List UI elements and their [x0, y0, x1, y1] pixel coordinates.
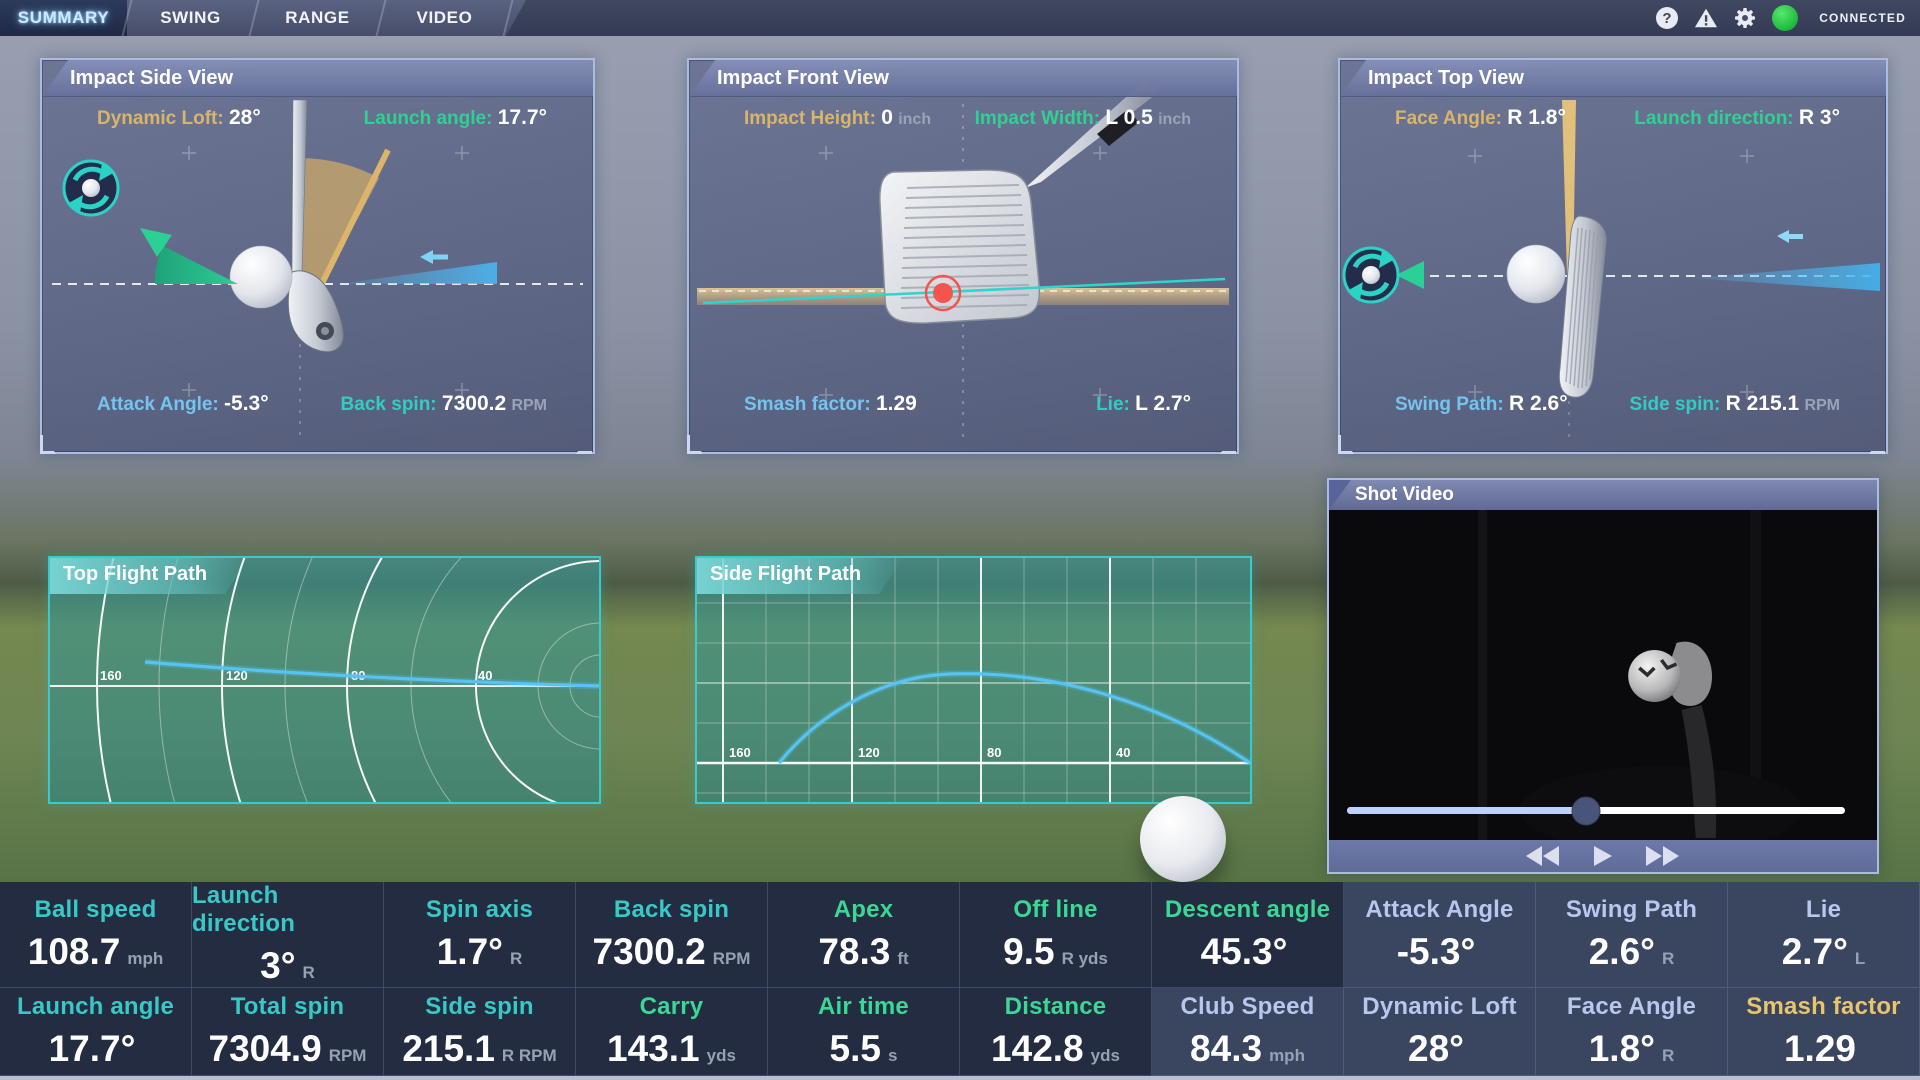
svg-text:40: 40	[1116, 745, 1130, 760]
golf-ball-photo	[1140, 796, 1226, 882]
svg-text:?: ?	[1663, 10, 1672, 27]
tab-video[interactable]: VIDEO	[381, 0, 508, 36]
side-flight-path-chart: 160 120 80 40	[697, 558, 1250, 802]
video-still	[1329, 510, 1877, 840]
attack-angle-readout: Attack Angle: -5.3°	[97, 392, 269, 416]
metric-descent-angle: Descent angle 45.3°	[1152, 882, 1344, 988]
connection-status-label: CONNECTED	[1819, 11, 1906, 25]
attack-angle-wedge	[339, 250, 497, 284]
lie-readout: Lie: L 2.7°	[1096, 392, 1191, 416]
video-scrubber-thumb[interactable]	[1572, 796, 1601, 825]
top-flight-path-chart: 160 120 80 40	[50, 558, 599, 802]
launch-direction-arrow	[1396, 261, 1510, 289]
video-controls-bar	[1329, 840, 1877, 872]
metric-attack-angle: Attack Angle -5.3°	[1344, 882, 1536, 988]
back-spin-readout: Back spin: 7300.2 RPM	[341, 392, 547, 416]
impact-side-view-title: Impact Side View	[70, 67, 233, 90]
impact-top-view-header: Impact Top View	[1340, 60, 1886, 97]
video-frame[interactable]	[1329, 510, 1877, 840]
bottom-edge-strip	[0, 1076, 1920, 1080]
back-spin-icon	[64, 161, 118, 215]
launch-angle-wedge	[140, 228, 238, 284]
shot-metrics-grid: Ball speed 108.7mph Launch direction 3°R…	[0, 882, 1920, 1076]
video-scrubber-progress	[1347, 807, 1586, 814]
impact-width-readout: Impact Width: L 0.5 inch	[975, 106, 1191, 130]
impact-side-view-panel: Impact Side View Dynamic Loft: 28° Launc…	[40, 58, 595, 454]
metric-ball-speed: Ball speed 108.7mph	[0, 882, 192, 988]
impact-height-readout: Impact Height: 0 inch	[744, 106, 931, 130]
impact-side-view-header: Impact Side View	[42, 60, 593, 97]
launch-angle-readout: Launch angle: 17.7°	[364, 106, 547, 130]
impact-front-view-title: Impact Front View	[717, 67, 889, 90]
metric-side-spin: Side spin 215.1R RPM	[384, 988, 576, 1076]
help-icon[interactable]: ?	[1655, 6, 1679, 30]
shot-video-panel: Shot Video	[1327, 478, 1879, 874]
svg-text:160: 160	[100, 668, 122, 683]
warning-icon[interactable]	[1694, 6, 1718, 30]
metric-carry: Carry 143.1yds	[576, 988, 768, 1076]
metric-off-line: Off line 9.5R yds	[960, 882, 1152, 988]
tab-range[interactable]: RANGE	[254, 0, 381, 36]
metric-air-time: Air time 5.5s	[768, 988, 960, 1076]
tab-swing[interactable]: SWING	[127, 0, 254, 36]
metric-face-angle: Face Angle 1.8°R	[1536, 988, 1728, 1076]
metric-club-speed: Club Speed 84.3mph	[1152, 988, 1344, 1076]
smash-factor-readout: Smash factor: 1.29	[744, 392, 917, 416]
swing-path-readout: Swing Path: R 2.6°	[1395, 392, 1568, 416]
dynamic-loft-readout: Dynamic Loft: 28°	[97, 106, 261, 130]
impact-top-bottom-metrics: Swing Path: R 2.6° Side spin: R 215.1 RP…	[1340, 392, 1886, 416]
connection-status-dot	[1772, 5, 1798, 31]
side-flight-path-panel: 160 120 80 40 Side Flight Path	[695, 556, 1252, 804]
metric-total-spin: Total spin 7304.9RPM	[192, 988, 384, 1076]
tab-summary[interactable]: SUMMARY	[0, 0, 127, 36]
nav-tabs: SUMMARY SWING RANGE VIDEO	[0, 0, 508, 36]
metric-launch-angle: Launch angle 17.7°	[0, 988, 192, 1076]
fast-forward-button[interactable]	[1646, 846, 1680, 866]
video-golf-ball	[1628, 650, 1680, 702]
impact-front-top-metrics: Impact Height: 0 inch Impact Width: L 0.…	[689, 106, 1237, 130]
svg-text:120: 120	[858, 745, 880, 760]
golf-ball-icon	[1507, 245, 1565, 303]
metric-swing-path: Swing Path 2.6°R	[1536, 882, 1728, 988]
impact-side-bottom-metrics: Attack Angle: -5.3° Back spin: 7300.2 RP…	[42, 392, 593, 416]
metric-launch-direction: Launch direction 3°R	[192, 882, 384, 988]
impact-side-top-metrics: Dynamic Loft: 28° Launch angle: 17.7°	[42, 106, 593, 130]
shot-video-title: Shot Video	[1355, 484, 1454, 506]
launch-direction-readout: Launch direction: R 3°	[1634, 106, 1840, 130]
face-angle-readout: Face Angle: R 1.8°	[1395, 106, 1566, 130]
metric-spin-axis: Spin axis 1.7°R	[384, 882, 576, 988]
top-flight-path-title: Top Flight Path	[50, 558, 249, 594]
metric-lie: Lie 2.7°L	[1728, 882, 1920, 988]
rewind-button[interactable]	[1526, 846, 1560, 866]
svg-text:160: 160	[729, 745, 751, 760]
side-spin-icon	[1344, 248, 1398, 302]
side-spin-readout: Side spin: R 215.1 RPM	[1630, 392, 1840, 416]
video-scrubber[interactable]	[1347, 807, 1845, 814]
top-flight-path-panel: 160 120 80 40 Top Flight Path	[48, 556, 601, 804]
metric-back-spin: Back spin 7300.2RPM	[576, 882, 768, 988]
impact-top-view-title: Impact Top View	[1368, 67, 1524, 90]
impact-top-top-metrics: Face Angle: R 1.8° Launch direction: R 3…	[1340, 106, 1886, 130]
impact-top-view-panel: Impact Top View Face Angle: R 1.8° Launc…	[1338, 58, 1888, 454]
svg-text:80: 80	[987, 745, 1001, 760]
play-button[interactable]	[1594, 846, 1612, 866]
impact-front-view-header: Impact Front View	[689, 60, 1237, 97]
impact-front-view-panel: Impact Front View Impact Height: 0 inch …	[687, 58, 1239, 454]
trajectory-line	[779, 674, 1250, 763]
side-flight-path-title: Side Flight Path	[697, 558, 903, 594]
impact-front-bottom-metrics: Smash factor: 1.29 Lie: L 2.7°	[689, 392, 1237, 416]
swing-path-wedge	[1692, 230, 1880, 291]
settings-gear-icon[interactable]	[1733, 6, 1757, 30]
shot-video-header: Shot Video	[1329, 480, 1877, 510]
metric-dynamic-loft: Dynamic Loft 28°	[1344, 988, 1536, 1076]
metric-distance: Distance 142.8yds	[960, 988, 1152, 1076]
golf-ball-icon	[230, 246, 292, 308]
metric-apex: Apex 78.3ft	[768, 882, 960, 988]
top-nav-bar: SUMMARY SWING RANGE VIDEO	[0, 0, 1920, 36]
metric-smash-factor: Smash factor 1.29	[1728, 988, 1920, 1076]
